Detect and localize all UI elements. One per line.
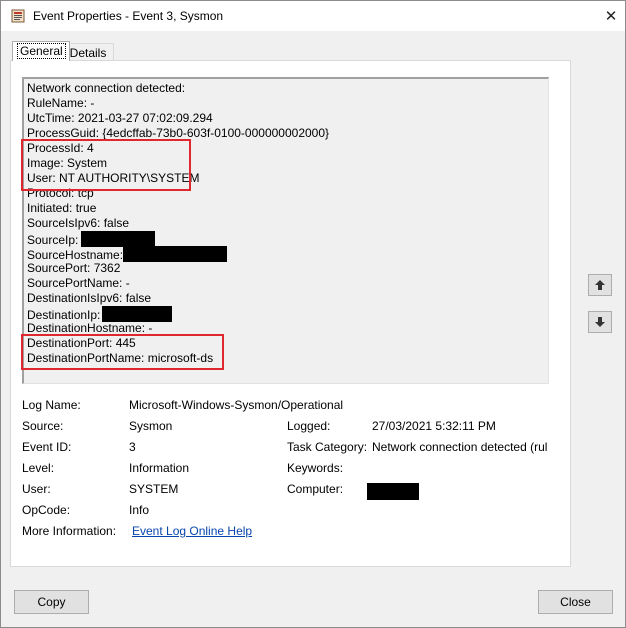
event-id-value[interactable]: 3 [129,440,136,455]
event-line-source-hostname: SourceHostname: [27,246,228,262]
redaction-bar [102,306,173,322]
more-information-label: More Information: [22,524,117,538]
arrow-down-icon[interactable] [588,311,612,333]
user-value[interactable]: SYSTEM [129,482,178,497]
highlight-box-destination-port [21,334,224,370]
event-line: DestinationIsIpv6: false [27,291,152,305]
close-icon[interactable]: ✕ [597,2,625,31]
window-title: Event Properties - Event 3, Sysmon [33,9,224,23]
logged-label: Logged: [287,419,331,433]
arrow-up-glyph [595,280,605,290]
source-value[interactable]: Sysmon [129,419,172,434]
task-category-value[interactable]: Network connection detected (rul [372,440,557,455]
level-label: Level: [22,461,55,475]
computer-label: Computer: [287,482,344,496]
copy-button[interactable]: Copy [14,590,89,614]
event-line-source-ip: SourceIp: [27,231,156,247]
logged-value[interactable]: 27/03/2021 5:32:11 PM [372,419,496,434]
log-name-value[interactable]: Microsoft-Windows-Sysmon/Operational [129,398,343,413]
event-line-label: SourceHostname: [27,248,124,262]
event-id-label: Event ID: [22,440,72,454]
close-button[interactable]: Close [538,590,613,614]
arrow-up-icon[interactable] [588,274,612,296]
event-line: Network connection detected: [27,81,186,95]
user-label: User: [22,482,51,496]
keywords-label: Keywords: [287,461,344,475]
event-line-label: DestinationIp: [27,308,101,322]
redaction-bar [123,246,228,262]
task-category-label: Task Category: [287,440,368,454]
event-line: RuleName: - [27,96,95,110]
event-line: SourcePort: 7362 [27,261,121,275]
opcode-value[interactable]: Info [129,503,149,518]
event-line: Initiated: true [27,201,97,215]
tab-general-label: General [17,43,66,59]
opcode-label: OpCode: [22,503,71,517]
log-name-label: Log Name: [22,398,81,412]
level-value[interactable]: Information [129,461,189,476]
event-line: SourcePortName: - [27,276,130,290]
highlight-box-process [21,139,191,191]
event-line-destination-ip: DestinationIp: [27,306,173,322]
computer-value-redaction [367,483,419,500]
arrow-down-glyph [595,317,605,327]
redaction-bar [81,231,156,247]
event-log-online-help-link[interactable]: Event Log Online Help [132,524,252,539]
title-bar: Event Properties - Event 3, Sysmon ✕ [1,1,625,31]
event-viewer-icon [11,9,25,23]
tab-general[interactable]: General [12,41,70,61]
event-line: SourceIsIpv6: false [27,216,130,230]
event-line-label: SourceIp: [27,233,79,247]
event-line: UtcTime: 2021-03-27 07:02:09.294 [27,111,213,125]
source-label: Source: [22,419,64,433]
